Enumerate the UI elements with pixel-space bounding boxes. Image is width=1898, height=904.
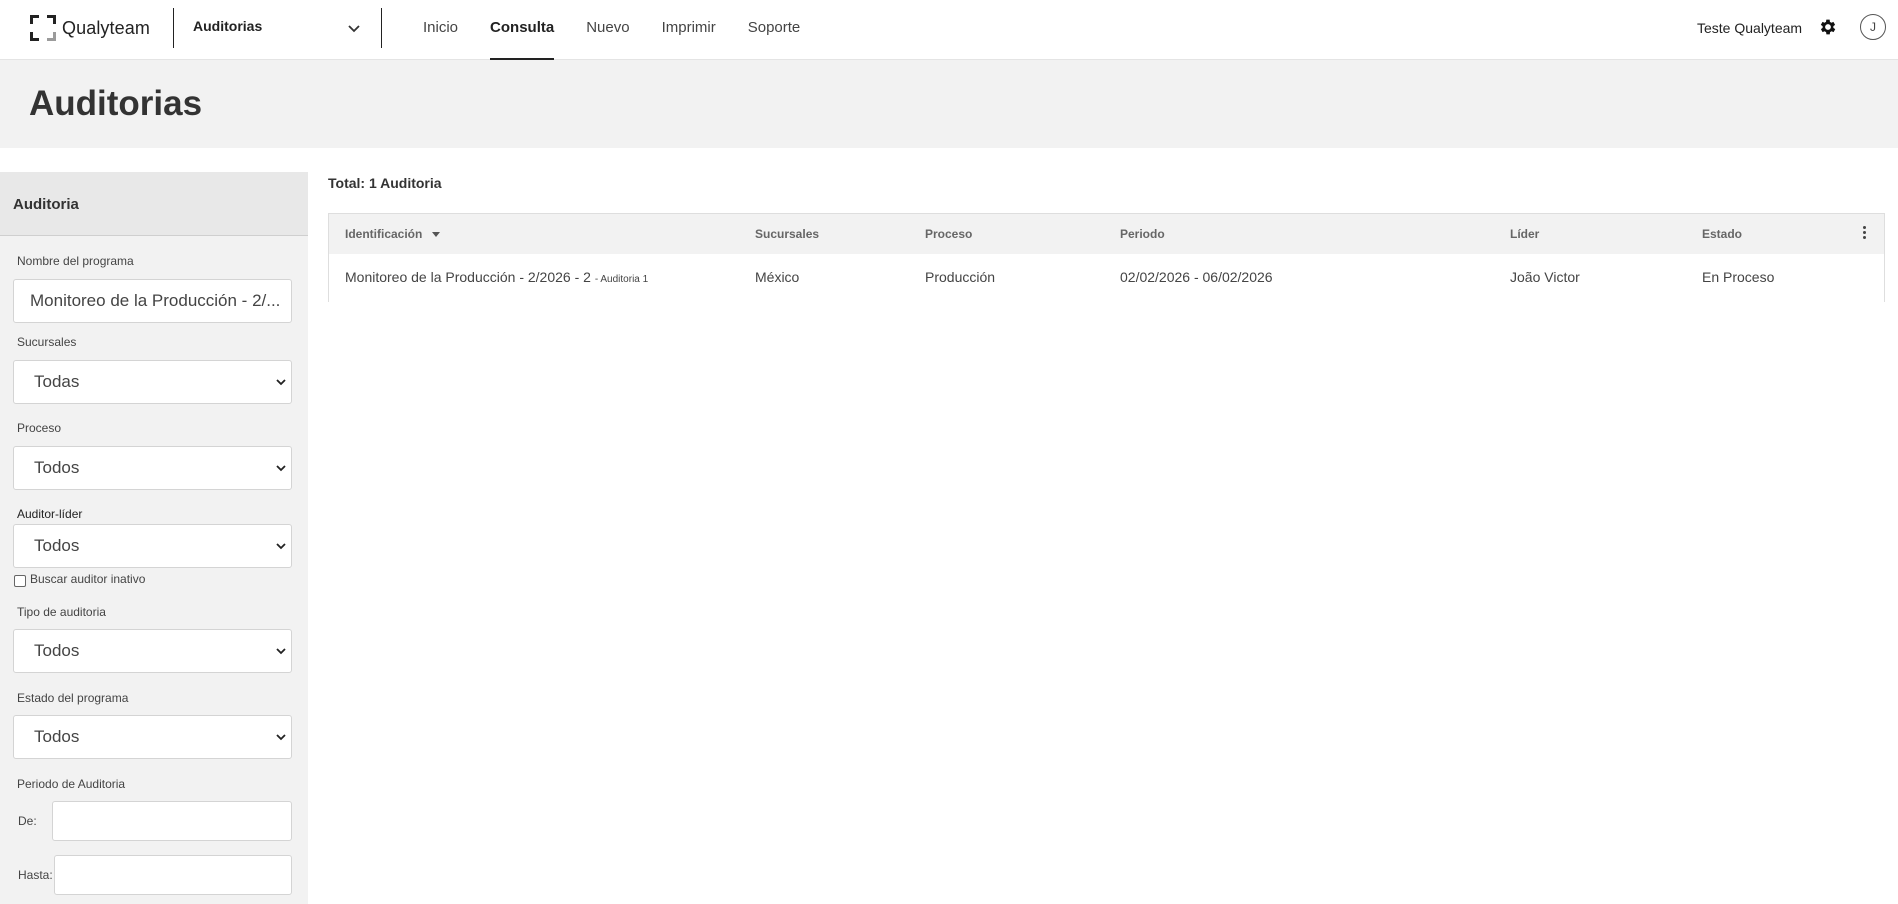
lead-auditor-select[interactable]: Todos — [13, 524, 292, 568]
cell-identification[interactable]: Monitoreo de la Producción - 2/2026 - 2 … — [345, 269, 648, 285]
program-name-input[interactable]: Monitoreo de la Producción - 2/... — [13, 279, 292, 323]
qualyteam-logo-icon — [30, 15, 56, 41]
nav-imprimir[interactable]: Imprimir — [662, 0, 716, 60]
chevron-down-icon — [276, 648, 286, 655]
process-selected-value: Todos — [34, 458, 80, 477]
audit-type-select[interactable]: Todos — [13, 629, 292, 673]
inactive-auditor-checkbox[interactable] — [14, 575, 26, 587]
column-header-branches[interactable]: Sucursales — [755, 227, 819, 241]
lead-auditor-label: Auditor-líder — [17, 507, 83, 521]
column-header-label: Identificación — [345, 227, 423, 241]
chevron-down-icon — [276, 543, 286, 550]
top-navigation-bar: Qualyteam Auditorias Inicio Consulta Nue… — [0, 0, 1898, 60]
brand-name: Qualyteam — [62, 17, 150, 38]
process-select[interactable]: Todos — [13, 446, 292, 490]
branches-select[interactable]: Todas — [13, 360, 292, 404]
nav-inicio[interactable]: Inicio — [423, 0, 458, 60]
program-status-select[interactable]: Todos — [13, 715, 292, 759]
identification-text: Monitoreo de la Producción - 2/2026 - 2 — [345, 269, 591, 285]
audit-number-tag: - Auditoria 1 — [594, 274, 649, 285]
module-selector-label[interactable]: Auditorias — [193, 18, 262, 34]
page-title: Auditorias — [29, 84, 203, 123]
process-label: Proceso — [17, 421, 62, 435]
brand-logo[interactable]: Qualyteam — [30, 14, 150, 42]
audit-type-label: Tipo de auditoria — [17, 605, 106, 619]
chevron-down-icon — [276, 379, 286, 386]
chevron-down-icon — [276, 734, 286, 741]
results-total: Total: 1 Auditoria — [328, 175, 442, 191]
nav-consulta[interactable]: Consulta — [490, 0, 555, 60]
nav-soporte[interactable]: Soporte — [748, 0, 801, 60]
cell-process: Producción — [925, 269, 996, 285]
period-to-label: Hasta: — [18, 868, 53, 882]
lead-auditor-selected-value: Todos — [34, 536, 80, 555]
gear-icon[interactable] — [1818, 17, 1838, 37]
program-status-label: Estado del programa — [17, 691, 129, 705]
sort-desc-icon[interactable] — [432, 232, 441, 237]
chevron-down-icon — [276, 465, 286, 472]
audit-period-label: Periodo de Auditoria — [17, 777, 126, 791]
branches-selected-value: Todas — [34, 372, 80, 391]
main-nav: Inicio Consulta Nuevo Imprimir Soporte — [423, 0, 832, 60]
header-divider — [173, 8, 174, 48]
user-name[interactable]: Teste Qualyteam — [1697, 20, 1802, 36]
cell-status: En Proceso — [1702, 269, 1775, 285]
cell-period: 02/02/2026 - 06/02/2026 — [1120, 269, 1273, 285]
program-status-selected-value: Todos — [34, 727, 80, 746]
more-options-icon[interactable] — [1863, 226, 1867, 240]
cell-leader: João Victor — [1510, 269, 1580, 285]
cell-branch: México — [755, 269, 800, 285]
audit-type-selected-value: Todos — [34, 641, 80, 660]
avatar[interactable]: J — [1860, 14, 1886, 40]
audits-table: Identificación Sucursales Proceso Period… — [328, 213, 1885, 302]
column-header-period[interactable]: Periodo — [1120, 227, 1165, 241]
sidebar-title: Auditoria — [0, 172, 308, 236]
period-from-input[interactable] — [52, 801, 292, 841]
column-header-process[interactable]: Proceso — [925, 227, 972, 241]
table-row[interactable]: Monitoreo de la Producción - 2/2026 - 2 … — [329, 254, 1884, 302]
page-header: Auditorias — [0, 60, 1898, 148]
program-name-label: Nombre del programa — [17, 254, 134, 268]
filter-sidebar: Auditoria Nombre del programa Monitoreo … — [0, 172, 308, 904]
period-from-label: De: — [18, 814, 37, 828]
table-header: Identificación Sucursales Proceso Period… — [329, 214, 1884, 254]
inactive-auditor-label[interactable]: Buscar auditor inativo — [30, 572, 145, 586]
chevron-down-icon[interactable] — [346, 20, 362, 36]
column-header-identification[interactable]: Identificación — [345, 227, 441, 241]
period-to-input[interactable] — [54, 855, 292, 895]
column-header-leader[interactable]: Líder — [1510, 227, 1539, 241]
column-header-status[interactable]: Estado — [1702, 227, 1742, 241]
nav-nuevo[interactable]: Nuevo — [586, 0, 629, 60]
header-divider — [381, 8, 382, 48]
branches-label: Sucursales — [17, 335, 77, 349]
